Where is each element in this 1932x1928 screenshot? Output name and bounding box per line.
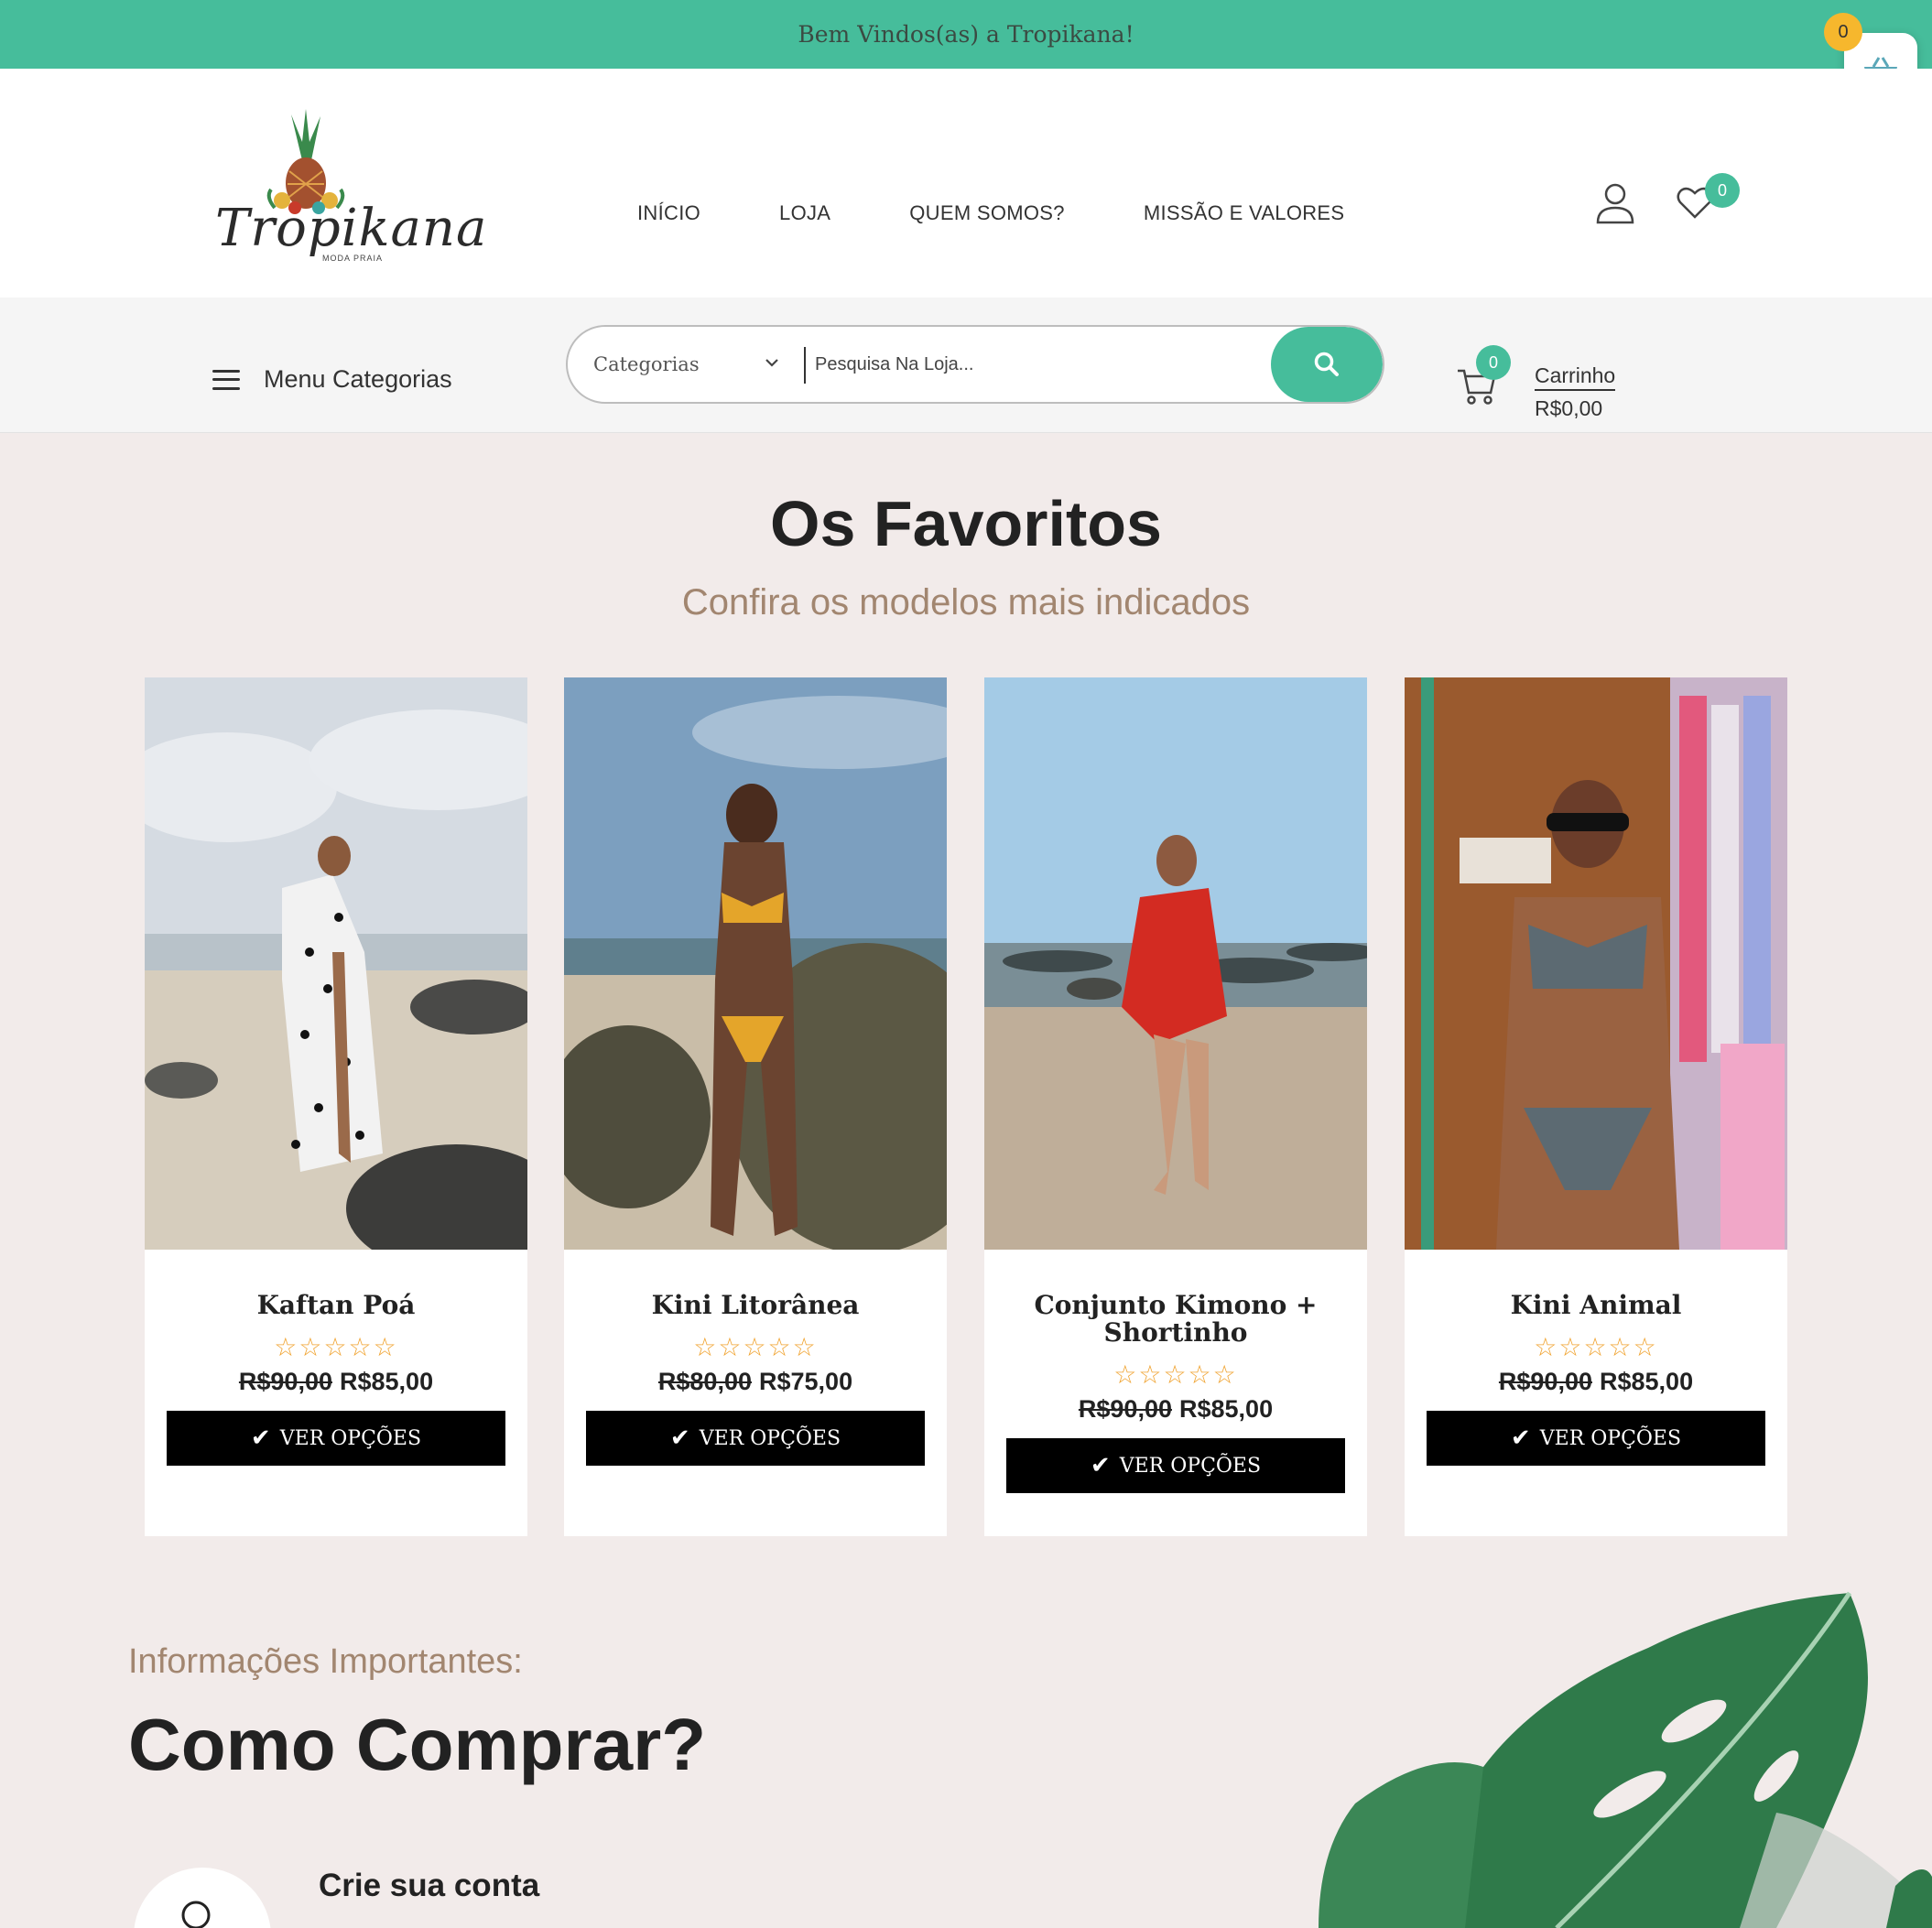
product-card: Conjunto Kimono + Shortinho ☆☆☆☆☆ R$90,0…: [984, 677, 1367, 1536]
favorites-subtitle: Confira os modelos mais indicados: [681, 582, 1251, 623]
old-price: R$90,00: [1078, 1395, 1172, 1423]
star-rating: ☆☆☆☆☆: [693, 1333, 818, 1361]
check-icon: ✔: [1090, 1452, 1111, 1479]
nav-loja[interactable]: LOJA: [779, 201, 830, 225]
sale-price: R$85,00: [340, 1368, 434, 1395]
user-icon: [181, 1901, 211, 1928]
sale-price: R$75,00: [759, 1368, 853, 1395]
ver-opcoes-button[interactable]: ✔ VER OPÇÕES: [1006, 1438, 1345, 1493]
product-card: Kini Litorânea ☆☆☆☆☆ R$80,00 R$75,00 ✔ VER…: [564, 677, 947, 1536]
ver-opcoes-button[interactable]: ✔ VER OPÇÕES: [586, 1411, 925, 1466]
product-name[interactable]: Kini Litorânea: [564, 1292, 947, 1319]
ver-opcoes-label: VER OPÇÕES: [699, 1426, 841, 1450]
product-price: R$80,00 R$75,00: [564, 1368, 947, 1396]
announcement-bar: Bem Vindos(as) a Tropikana!: [0, 0, 1932, 69]
product-price: R$90,00 R$85,00: [145, 1368, 527, 1396]
favorites-title: Os Favoritos: [770, 488, 1162, 559]
main-nav: INÍCIO LOJA QUEM SOMOS? MISSÃO E VALORES: [637, 201, 1423, 225]
ver-opcoes-button[interactable]: ✔ VER OPÇÕES: [167, 1411, 505, 1466]
check-icon: ✔: [250, 1424, 271, 1452]
step-title: Crie sua conta: [319, 1868, 540, 1903]
search-icon: [1314, 352, 1339, 376]
logo-wordmark: Tropikana: [215, 199, 488, 258]
info-subtitle: Informações Importantes:: [128, 1642, 523, 1681]
old-price: R$90,00: [1498, 1368, 1592, 1395]
search-input[interactable]: [815, 327, 1254, 402]
search-form: Categorias: [566, 325, 1384, 404]
sale-price: R$85,00: [1600, 1368, 1694, 1395]
ver-opcoes-label: VER OPÇÕES: [1119, 1454, 1262, 1478]
check-icon: ✔: [1510, 1424, 1531, 1452]
search-band: Menu Categorias Categorias 0 Carrinho R$…: [0, 298, 1932, 433]
menu-categorias-label: Menu Categorias: [264, 365, 452, 393]
cart-label[interactable]: Carrinho: [1535, 363, 1616, 391]
star-rating: ☆☆☆☆☆: [274, 1333, 398, 1361]
product-card: Kini Animal ☆☆☆☆☆ R$90,00 R$85,00 ✔ VER OP…: [1405, 677, 1787, 1536]
product-photo-litoranea[interactable]: [564, 677, 947, 1250]
product-price: R$90,00 R$85,00: [984, 1395, 1367, 1424]
sale-price: R$85,00: [1179, 1395, 1274, 1423]
old-price: R$80,00: [657, 1368, 752, 1395]
product-name[interactable]: Kaftan Poá: [145, 1292, 527, 1319]
ver-opcoes-label: VER OPÇÕES: [1539, 1426, 1682, 1450]
nav-inicio[interactable]: INÍCIO: [637, 201, 700, 225]
check-icon: ✔: [669, 1424, 690, 1452]
product-card: Kaftan Poá ☆☆☆☆☆ R$90,00 R$85,00 ✔ VER OPÇ…: [145, 677, 527, 1536]
star-rating: ☆☆☆☆☆: [1113, 1360, 1238, 1389]
welcome-text: Bem Vindos(as) a Tropikana!: [798, 21, 1134, 48]
cart-count-badge: 0: [1476, 345, 1511, 380]
search-divider: [804, 347, 806, 384]
info-title: Como Comprar?: [128, 1704, 707, 1785]
nav-missao-valores[interactable]: MISSÃO E VALORES: [1144, 201, 1345, 225]
category-select[interactable]: Categorias: [593, 327, 813, 402]
product-name[interactable]: Kini Animal: [1405, 1292, 1787, 1319]
search-button[interactable]: [1271, 327, 1383, 402]
menu-categorias-button[interactable]: Menu Categorias: [212, 365, 452, 394]
user-account-icon[interactable]: [1595, 182, 1635, 224]
ver-opcoes-button[interactable]: ✔ VER OPÇÕES: [1427, 1411, 1765, 1466]
step-icon-circle: [134, 1868, 271, 1928]
product-photo-kaftan[interactable]: [145, 677, 527, 1250]
star-rating: ☆☆☆☆☆: [1534, 1333, 1658, 1361]
chevron-down-icon: [765, 359, 778, 367]
nav-quem-somos[interactable]: QUEM SOMOS?: [909, 201, 1065, 225]
site-header: Tropikana MODA PRAIA INÍCIO LOJA QUEM SO…: [0, 69, 1932, 298]
product-photo-kimono[interactable]: [984, 677, 1367, 1250]
old-price: R$90,00: [238, 1368, 332, 1395]
product-photo-animal[interactable]: [1405, 677, 1787, 1250]
hamburger-icon: [212, 369, 240, 390]
cart-total: R$0,00: [1535, 396, 1603, 420]
logo-subtext: MODA PRAIA: [322, 254, 384, 263]
wishlist-count-badge: 0: [1705, 173, 1740, 208]
monstera-leaf-decoration: [1319, 1591, 1932, 1928]
basket-count-badge: 0: [1824, 13, 1862, 51]
ver-opcoes-label: VER OPÇÕES: [279, 1426, 422, 1450]
product-price: R$90,00 R$85,00: [1405, 1368, 1787, 1396]
product-name[interactable]: Conjunto Kimono + Shortinho: [984, 1292, 1367, 1347]
